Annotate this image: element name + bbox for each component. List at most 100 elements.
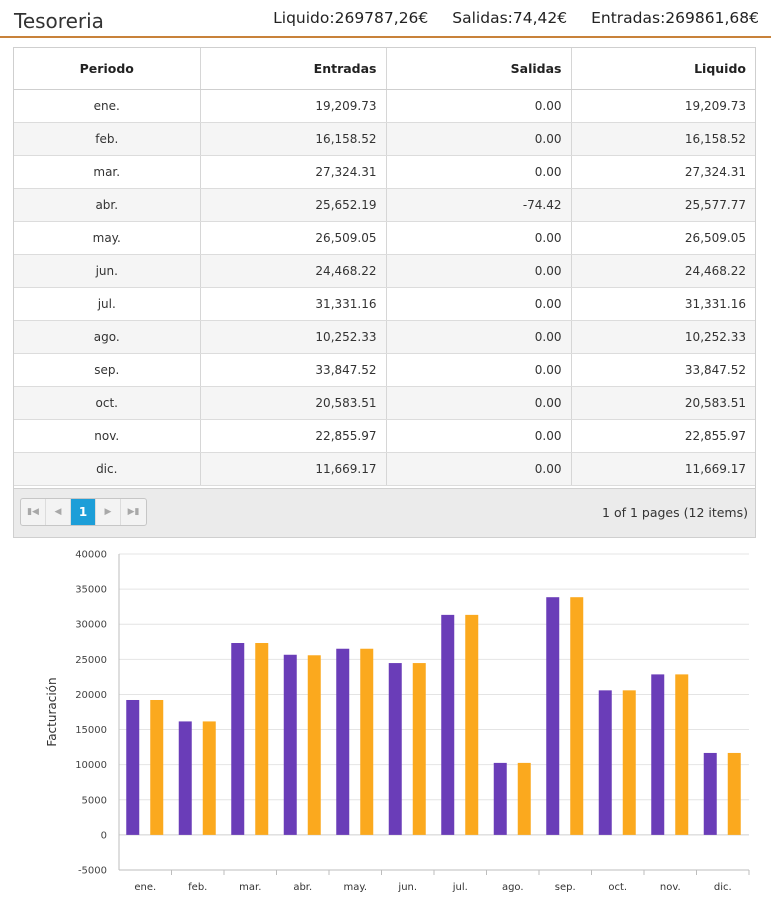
page-title: Tesoreria — [14, 9, 104, 33]
row-period-cell: ago. — [14, 320, 201, 354]
first-page-icon: ▮◀ — [27, 507, 39, 517]
row-salidas-cell: 0.00 — [386, 320, 572, 354]
last-page-button[interactable]: ▶▮ — [121, 499, 146, 525]
page-1-button[interactable]: 1 — [71, 499, 96, 525]
table-row[interactable]: ago. 10,252.33 0.00 10,252.33 — [14, 320, 755, 354]
row-salidas-cell: 0.00 — [386, 89, 572, 123]
prev-page-button[interactable]: ◀ — [46, 499, 71, 525]
treasury-table: Periodo Entradas Salidas Liquido ene. 19,… — [14, 48, 755, 486]
x-tick-label: dic. — [714, 882, 732, 893]
bar-series-1 — [283, 654, 297, 835]
row-liquido-cell: 16,158.52 — [571, 122, 755, 156]
row-period-cell: jul. — [14, 287, 201, 321]
row-salidas-cell: 0.00 — [386, 221, 572, 255]
bar-series-1 — [703, 752, 717, 835]
bar-series-1 — [598, 690, 612, 835]
next-page-icon: ▶ — [104, 507, 112, 517]
bar-series-1 — [441, 614, 455, 835]
table-row[interactable]: dic. 11,669.17 0.00 11,669.17 — [14, 452, 755, 486]
column-header-liquido[interactable]: Liquido — [571, 48, 755, 90]
y-tick-label: -5000 — [78, 866, 107, 877]
table-row[interactable]: abr. 25,652.19 -74.42 25,577.77 — [14, 188, 755, 222]
row-salidas-cell: 0.00 — [386, 353, 572, 387]
bar-series-1 — [493, 762, 507, 835]
row-liquido-cell: 24,468.22 — [571, 254, 755, 288]
row-entradas-cell: 24,468.22 — [200, 254, 387, 288]
y-tick-label: 0 — [101, 830, 107, 841]
row-period-cell: ene. — [14, 89, 201, 123]
column-header-entradas[interactable]: Entradas — [200, 48, 387, 90]
table-row[interactable]: jun. 24,468.22 0.00 24,468.22 — [14, 254, 755, 288]
row-period-cell: nov. — [14, 419, 201, 453]
row-liquido-cell: 10,252.33 — [571, 320, 755, 354]
treasury-grid: Periodo Entradas Salidas Liquido ene. 19,… — [13, 47, 756, 538]
table-row[interactable]: feb. 16,158.52 0.00 16,158.52 — [14, 122, 755, 156]
x-tick-label: feb. — [188, 882, 207, 893]
row-salidas-cell: 0.00 — [386, 155, 572, 189]
app-header: Tesoreria Liquido:269787,26€ Salidas:74,… — [0, 0, 771, 38]
y-tick-label: 40000 — [75, 550, 107, 561]
y-tick-label: 5000 — [82, 795, 107, 806]
bar-series-2 — [255, 643, 269, 835]
table-row[interactable]: oct. 20,583.51 0.00 20,583.51 — [14, 386, 755, 420]
y-axis-label: Facturación — [45, 677, 59, 746]
y-tick-label: 20000 — [75, 690, 107, 701]
bar-series-2 — [412, 663, 426, 835]
row-liquido-cell: 11,669.17 — [571, 452, 755, 486]
header-row: Periodo Entradas Salidas Liquido — [14, 48, 755, 90]
bar-series-2 — [465, 614, 479, 835]
bar-series-2 — [675, 674, 689, 835]
pager: ▮◀ ◀ 1 ▶ ▶▮ 1 of 1 pages (12 items) — [14, 488, 755, 537]
pager-buttons: ▮◀ ◀ 1 ▶ ▶▮ — [20, 498, 147, 526]
x-tick-label: sep. — [555, 882, 576, 893]
row-entradas-cell: 10,252.33 — [200, 320, 387, 354]
y-tick-label: 15000 — [75, 725, 107, 736]
row-salidas-cell: 0.00 — [386, 254, 572, 288]
x-tick-label: may. — [343, 882, 367, 893]
row-period-cell: feb. — [14, 122, 201, 156]
row-entradas-cell: 25,652.19 — [200, 188, 387, 222]
next-page-button[interactable]: ▶ — [96, 499, 121, 525]
bar-series-1 — [126, 699, 140, 835]
row-period-cell: dic. — [14, 452, 201, 486]
bar-series-2 — [727, 752, 741, 835]
row-liquido-cell: 27,324.31 — [571, 155, 755, 189]
x-tick-label: jul. — [452, 882, 468, 893]
table-row[interactable]: mar. 27,324.31 0.00 27,324.31 — [14, 155, 755, 189]
y-tick-label: 25000 — [75, 655, 107, 666]
table-row[interactable]: jul. 31,331.16 0.00 31,331.16 — [14, 287, 755, 321]
bar-series-1 — [336, 648, 350, 835]
row-entradas-cell: 26,509.05 — [200, 221, 387, 255]
revenue-chart: 40000 35000 30000 25000 20000 15000 10000 5000 0… — [45, 550, 750, 893]
liquido-total: Liquido:269787,26€ — [273, 9, 429, 27]
row-entradas-cell: 11,669.17 — [200, 452, 387, 486]
x-tick-label: nov. — [660, 882, 681, 893]
row-salidas-cell: 0.00 — [386, 419, 572, 453]
x-tick-label: abr. — [293, 882, 312, 893]
row-entradas-cell: 33,847.52 — [200, 353, 387, 387]
x-tick-label: jun. — [397, 882, 417, 893]
bar-series-1 — [546, 597, 560, 835]
first-page-button[interactable]: ▮◀ — [21, 499, 46, 525]
table-row[interactable]: may. 26,509.05 0.00 26,509.05 — [14, 221, 755, 255]
summary-stats: Liquido:269787,26€ Salidas:74,42€ Entrad… — [273, 9, 759, 27]
row-salidas-cell: 0.00 — [386, 386, 572, 420]
pager-info: 1 of 1 pages (12 items) — [602, 505, 748, 520]
bar-series-2 — [622, 690, 636, 835]
row-period-cell: may. — [14, 221, 201, 255]
column-header-periodo[interactable]: Periodo — [14, 48, 201, 90]
table-row[interactable]: ene. 19,209.73 0.00 19,209.73 — [14, 89, 755, 123]
bar-series-2 — [150, 699, 164, 835]
x-tick-label: mar. — [239, 882, 261, 893]
table-row[interactable]: nov. 22,855.97 0.00 22,855.97 — [14, 419, 755, 453]
column-header-salidas[interactable]: Salidas — [386, 48, 572, 90]
bar-series-1 — [388, 663, 402, 835]
bar-series-2 — [202, 721, 216, 835]
bar-series-1 — [178, 721, 192, 835]
row-liquido-cell: 31,331.16 — [571, 287, 755, 321]
row-period-cell: mar. — [14, 155, 201, 189]
bar-series-1 — [231, 643, 245, 835]
row-salidas-cell: -74.42 — [386, 188, 572, 222]
bar-series-2 — [570, 597, 584, 835]
table-row[interactable]: sep. 33,847.52 0.00 33,847.52 — [14, 353, 755, 387]
